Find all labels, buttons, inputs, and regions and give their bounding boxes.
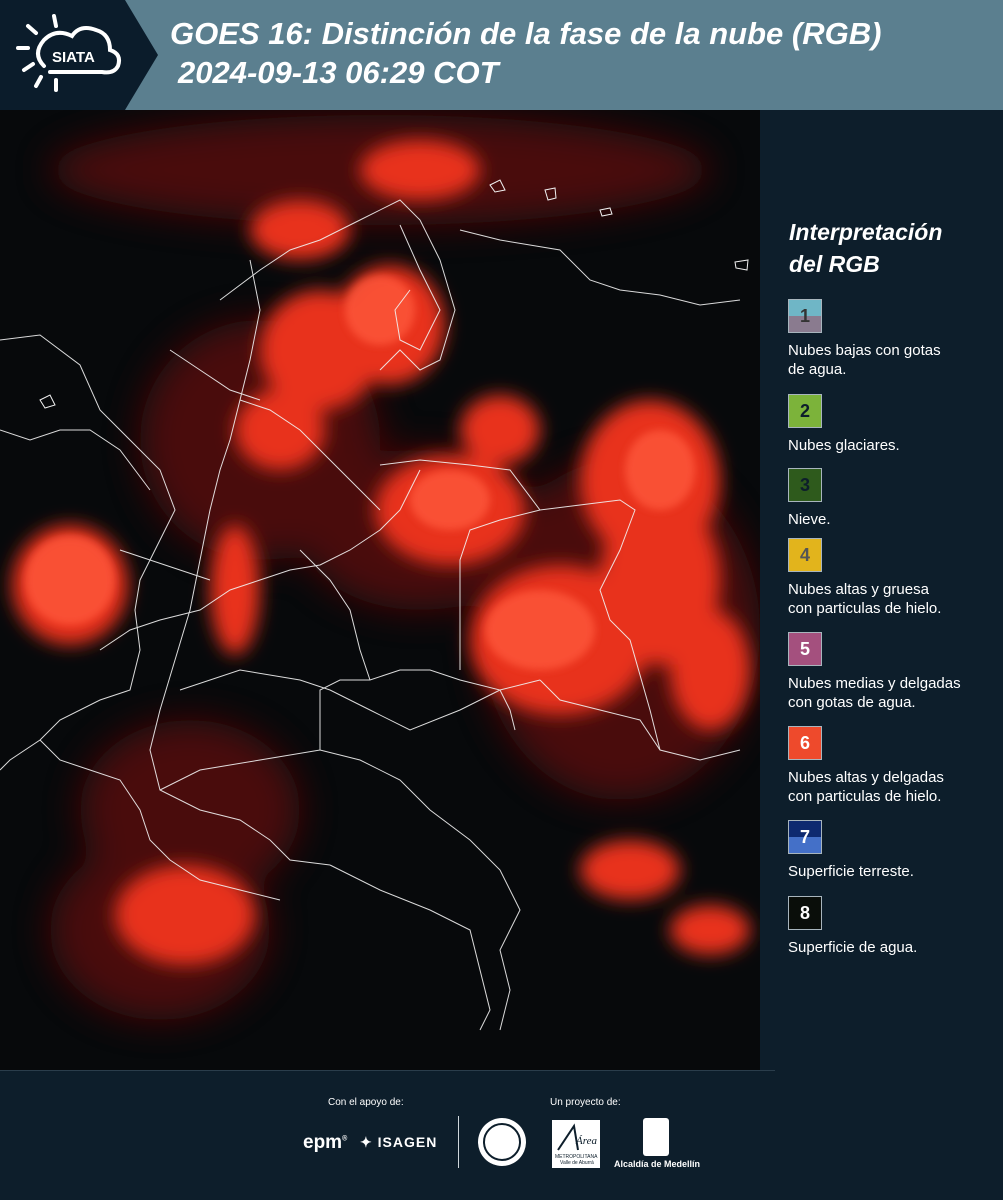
project-label: Un proyecto de: [550, 1097, 621, 1108]
legend-swatch: 6 [788, 726, 822, 760]
isagen-text: ISAGEN [377, 1134, 438, 1150]
siata-sun-cloud-icon: SIATA [16, 14, 121, 92]
legend-label: Nubes altas y gruesa con particulas de hi… [788, 581, 942, 617]
area-metropolitana-icon: Área METROPOLITANA Valle de Aburrá [555, 1123, 598, 1166]
legend-number: 5 [799, 639, 810, 659]
legend-swatch: 8 [788, 896, 822, 930]
svg-text:Valle de Aburrá: Valle de Aburrá [560, 1160, 594, 1166]
siata-logo: SIATA [0, 0, 158, 110]
legend-label: Nubes glaciares. [788, 437, 900, 454]
footer: Con el apoyo de: Un proyecto de: epm® ✦ … [0, 1070, 1003, 1200]
legend-item-2: 2 Nubes glaciares. [788, 394, 998, 455]
satellite-rgb-map-image [0, 110, 760, 1070]
header-bar: SIATA GOES 16: Distinción de la fase de … [0, 0, 1003, 110]
legend-label: Nubes bajas con gotas de agua. [788, 342, 941, 378]
legend-title: Interpretación del RGB [789, 216, 942, 280]
area-metropolitana-logo: Área METROPOLITANA Valle de Aburrá [552, 1120, 600, 1168]
legend-label: Superficie terreste. [788, 863, 914, 880]
legend-number: 7 [799, 827, 810, 847]
legend-item-4: 4 Nubes altas y gruesa con particulas de … [788, 538, 998, 618]
legend-label: Nubes altas y delgadas con particulas de … [788, 769, 944, 805]
legend-swatch: 4 [788, 538, 822, 572]
legend-item-1: 1 Nubes bajas con gotas de agua. [788, 299, 998, 379]
legend-item-6: 6 Nubes altas y delgadas con particulas d… [788, 726, 998, 806]
footer-divider-line [0, 1070, 775, 1071]
legend-number: 3 [799, 475, 810, 495]
alcaldia-shield-icon [643, 1118, 669, 1156]
legend-number: 6 [799, 733, 810, 753]
legend-swatch: 1 [788, 299, 822, 333]
satellite-map [0, 110, 760, 1070]
legend-title-line2: del RGB [789, 251, 880, 277]
isagen-mark-icon: ✦ [360, 1134, 373, 1150]
legend-number: 8 [799, 903, 810, 923]
legend-item-8: 8 Superficie de agua. [788, 896, 998, 957]
seal-logo-icon [478, 1118, 526, 1166]
legend-number: 4 [799, 545, 810, 565]
support-label: Con el apoyo de: [328, 1097, 404, 1108]
legend-swatch: 3 [788, 468, 822, 502]
legend-swatch: 5 [788, 632, 822, 666]
legend-swatch: 2 [788, 394, 822, 428]
legend-item-3: 3 Nieve. [788, 468, 998, 529]
isagen-logo: ✦ ISAGEN [360, 1134, 437, 1151]
logo-text: SIATA [52, 49, 95, 66]
svg-text:Área: Área [575, 1135, 597, 1147]
legend-label: Superficie de agua. [788, 939, 918, 956]
alcaldia-text: Alcaldía de Medellín [614, 1159, 701, 1169]
legend-number: 1 [799, 306, 810, 326]
legend-item-7: 7 Superficie terreste. [788, 820, 998, 881]
legend-swatch: 7 [788, 820, 822, 854]
legend-label: Nubes medias y delgadas con gotas de agua… [788, 675, 961, 711]
epm-logo: epm® [303, 1132, 348, 1153]
page-title: GOES 16: Distinción de la fase de la nub… [170, 16, 882, 51]
legend-item-5: 5 Nubes medias y delgadas con gotas de ag… [788, 632, 998, 712]
footer-vertical-divider [458, 1116, 459, 1168]
legend-number: 2 [799, 401, 810, 421]
page-timestamp: 2024-09-13 06:29 COT [178, 55, 499, 90]
legend-title-line1: Interpretación [789, 219, 943, 245]
rgb-legend: Interpretación del RGB 1 Nubes bajas con… [760, 110, 1003, 1070]
legend-label: Nieve. [788, 511, 831, 528]
